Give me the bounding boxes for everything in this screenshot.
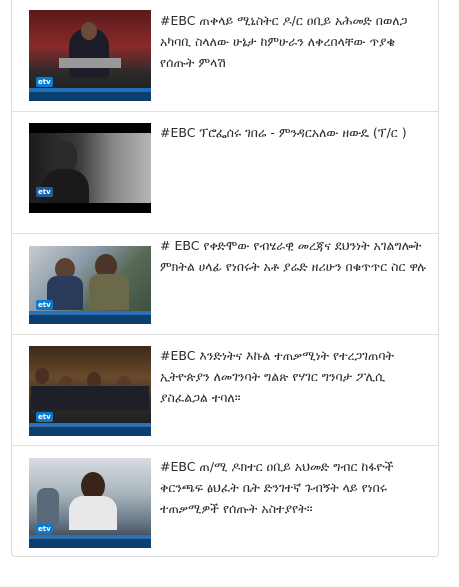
article-title-link[interactable]: # EBC የቀድሞው የብሄራዊ መረጃና ደህንነት አገልግሎት ምክትል…	[160, 235, 430, 277]
article-title-link[interactable]: #EBC ጠቅላይ ሚኒስትር ዶ/ር ዐቢይ አሕመድ በወለጋ አካባቢ ስ…	[160, 10, 430, 73]
article-thumbnail[interactable]: etv	[29, 346, 151, 436]
list-item[interactable]: etv #EBC እንድነትና እኩል ተጠቃሚነት የተረጋገጠባት ኢትዮጵ…	[12, 334, 438, 445]
article-title-link[interactable]: #EBC ፕሮፌሰሩ ገበሬ - ምንዳርአለው ዘውዴ (ፕ/ር )	[160, 122, 430, 143]
list-item[interactable]: etv #EBC ጠቅላይ ሚኒስትር ዶ/ር ዐቢይ አሕመድ በወለጋ አካ…	[12, 0, 438, 111]
article-thumbnail[interactable]: etv	[29, 246, 151, 324]
article-thumbnail[interactable]: etv	[29, 123, 151, 213]
article-title-link[interactable]: #EBC እንድነትና እኩል ተጠቃሚነት የተረጋገጠባት ኢትዮጵያን ለ…	[160, 345, 430, 408]
etv-logo: etv	[36, 412, 53, 422]
article-title-link[interactable]: #EBC ጠ/ሚ ዶክተር ዐቢይ አህመድ ግብር ከፋዮች ቅርንጫፍ ፅህ…	[160, 456, 430, 519]
etv-logo: etv	[36, 77, 53, 87]
list-item[interactable]: etv #EBC ጠ/ሚ ዶክተር ዐቢይ አህመድ ግብር ከፋዮች ቅርንጫ…	[12, 445, 438, 557]
etv-logo: etv	[36, 524, 53, 534]
article-thumbnail[interactable]: etv	[29, 458, 151, 548]
etv-logo: etv	[36, 187, 53, 197]
list-item[interactable]: etv #EBC ፕሮፌሰሩ ገበሬ - ምንዳርአለው ዘውዴ (ፕ/ር )	[12, 111, 438, 233]
news-list: etv #EBC ጠቅላይ ሚኒስትር ዶ/ር ዐቢይ አሕመድ በወለጋ አካ…	[11, 0, 439, 557]
etv-logo: etv	[36, 300, 53, 310]
article-thumbnail[interactable]: etv	[29, 10, 151, 101]
list-item[interactable]: etv # EBC የቀድሞው የብሄራዊ መረጃና ደህንነት አገልግሎት …	[12, 233, 438, 334]
